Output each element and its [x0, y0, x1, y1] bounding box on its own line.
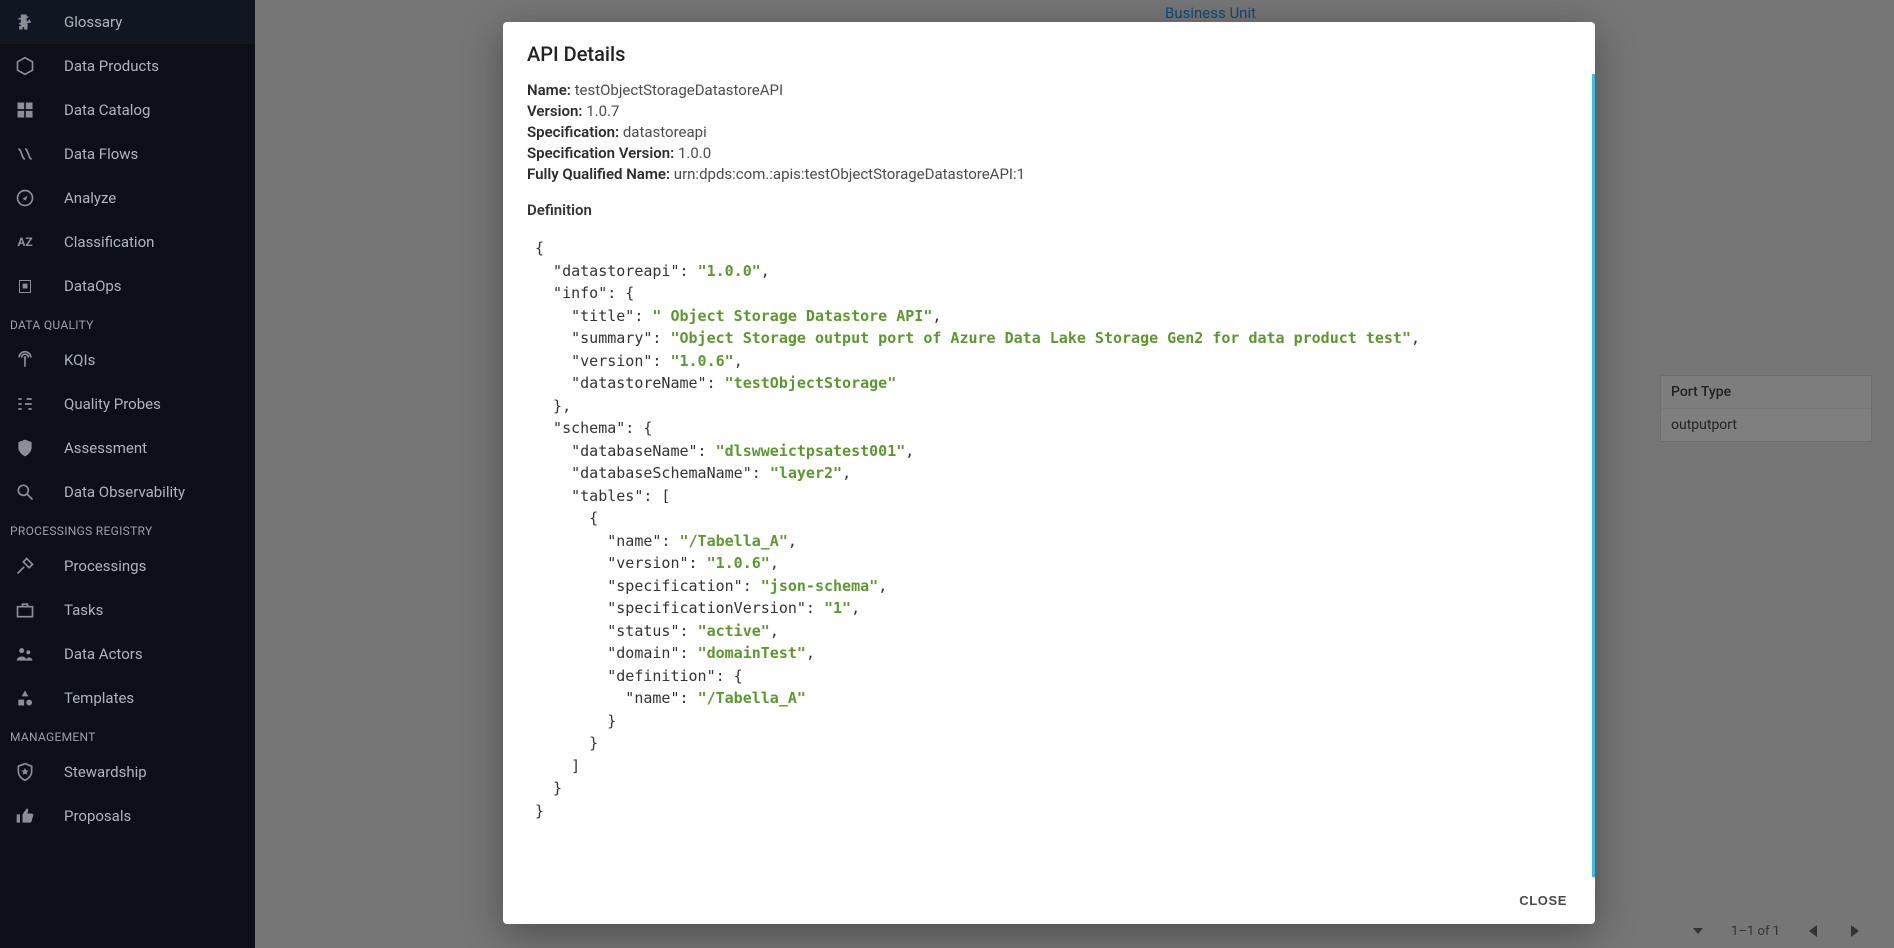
sidebar-item-label: KQIs [64, 351, 95, 369]
sidebar-item-label: Tasks [64, 601, 103, 619]
sidebar-item-label: Stewardship [64, 763, 147, 781]
sidebar-item-templates[interactable]: Templates [0, 676, 255, 720]
sidebar-item-label: DataOps [64, 277, 122, 295]
sidebar-item-analyze[interactable]: Analyze [0, 176, 255, 220]
hexagon-icon [14, 55, 36, 77]
antenna-icon [14, 349, 36, 371]
shapes-icon [14, 687, 36, 709]
sidebar-item-label: Data Products [64, 57, 159, 75]
version-label: Version: [527, 102, 582, 120]
sidebar-item-stewardship[interactable]: Stewardship [0, 750, 255, 794]
star-badge-icon [14, 761, 36, 783]
sidebar-item-glossary[interactable]: Glossary [0, 0, 255, 44]
compass-icon [14, 187, 36, 209]
api-details-modal: API Details Name: testObjectStorageDatas… [503, 22, 1595, 924]
main-content: Business Unit Port Type outputport 1–1 o… [255, 0, 1894, 948]
people-icon [14, 643, 36, 665]
sidebar-section-dq: DATA QUALITY [0, 308, 255, 338]
sidebar-item-processings[interactable]: Processings [0, 544, 255, 588]
shield-icon [14, 437, 36, 459]
sidebar-item-assessment[interactable]: Assessment [0, 426, 255, 470]
fqn-label: Fully Qualified Name: [527, 165, 670, 183]
fqn-value: urn:dpds:com.:apis:testObjectStorageData… [674, 165, 1025, 183]
dataops-icon: ■ [14, 275, 36, 297]
sidebar-item-label: Quality Probes [64, 395, 161, 413]
sidebar-item-dataops[interactable]: ■ DataOps [0, 264, 255, 308]
sidebar-item-data-actors[interactable]: Data Actors [0, 632, 255, 676]
tools-icon [14, 555, 36, 577]
search-cog-icon [14, 481, 36, 503]
grid-icon [14, 99, 36, 121]
sidebar-item-tasks[interactable]: Tasks [0, 588, 255, 632]
sidebar-item-label: Processings [64, 557, 146, 575]
specv-value: 1.0.0 [678, 144, 711, 162]
definition-json-block: { "datastoreapi": "1.0.0", "info": { "ti… [527, 227, 1568, 832]
briefcase-icon [14, 599, 36, 621]
sidebar-item-label: Data Actors [64, 645, 143, 663]
name-label: Name: [527, 81, 571, 99]
sidebar-item-label: Glossary [64, 13, 122, 31]
sidebar-item-label: Templates [64, 689, 134, 707]
sidebar-item-label: Data Catalog [64, 101, 150, 119]
sidebar-item-data-flows[interactable]: Data Flows [0, 132, 255, 176]
sidebar: Glossary Data Products Data Catalog Data Fl… [0, 0, 255, 948]
modal-title: API Details [503, 22, 1595, 74]
sidebar-section-mg: MANAGEMENT [0, 720, 255, 750]
spec-value: datastoreapi [623, 123, 707, 141]
sidebar-item-label: Data Flows [64, 145, 138, 163]
sidebar-item-data-observability[interactable]: Data Observability [0, 470, 255, 514]
modal-body: Name: testObjectStorageDatastoreAPI Vers… [503, 74, 1595, 877]
sidebar-item-label: Proposals [64, 807, 131, 825]
name-value: testObjectStorageDatastoreAPI [575, 81, 783, 99]
sidebar-item-classification[interactable]: AZ Classification [0, 220, 255, 264]
sidebar-item-label: Data Observability [64, 483, 185, 501]
sidebar-section-pr: PROCESSINGS REGISTRY [0, 514, 255, 544]
thumbs-icon [14, 805, 36, 827]
flow-icon [14, 143, 36, 165]
sidebar-item-proposals[interactable]: Proposals [0, 794, 255, 838]
close-button[interactable]: CLOSE [1509, 887, 1577, 914]
definition-heading: Definition [527, 201, 1568, 219]
sidebar-item-label: Assessment [64, 439, 147, 457]
version-value: 1.0.7 [586, 102, 619, 120]
sidebar-item-label: Analyze [64, 189, 116, 207]
sidebar-item-label: Classification [64, 233, 154, 251]
sidebar-item-kqis[interactable]: KQIs [0, 338, 255, 382]
specv-label: Specification Version: [527, 144, 674, 162]
sidebar-item-data-catalog[interactable]: Data Catalog [0, 88, 255, 132]
spec-label: Specification: [527, 123, 619, 141]
equalizer-icon [14, 393, 36, 415]
az-icon: AZ [14, 231, 36, 253]
puzzle-icon [14, 11, 36, 33]
sidebar-item-quality-probes[interactable]: Quality Probes [0, 382, 255, 426]
sidebar-item-data-products[interactable]: Data Products [0, 44, 255, 88]
